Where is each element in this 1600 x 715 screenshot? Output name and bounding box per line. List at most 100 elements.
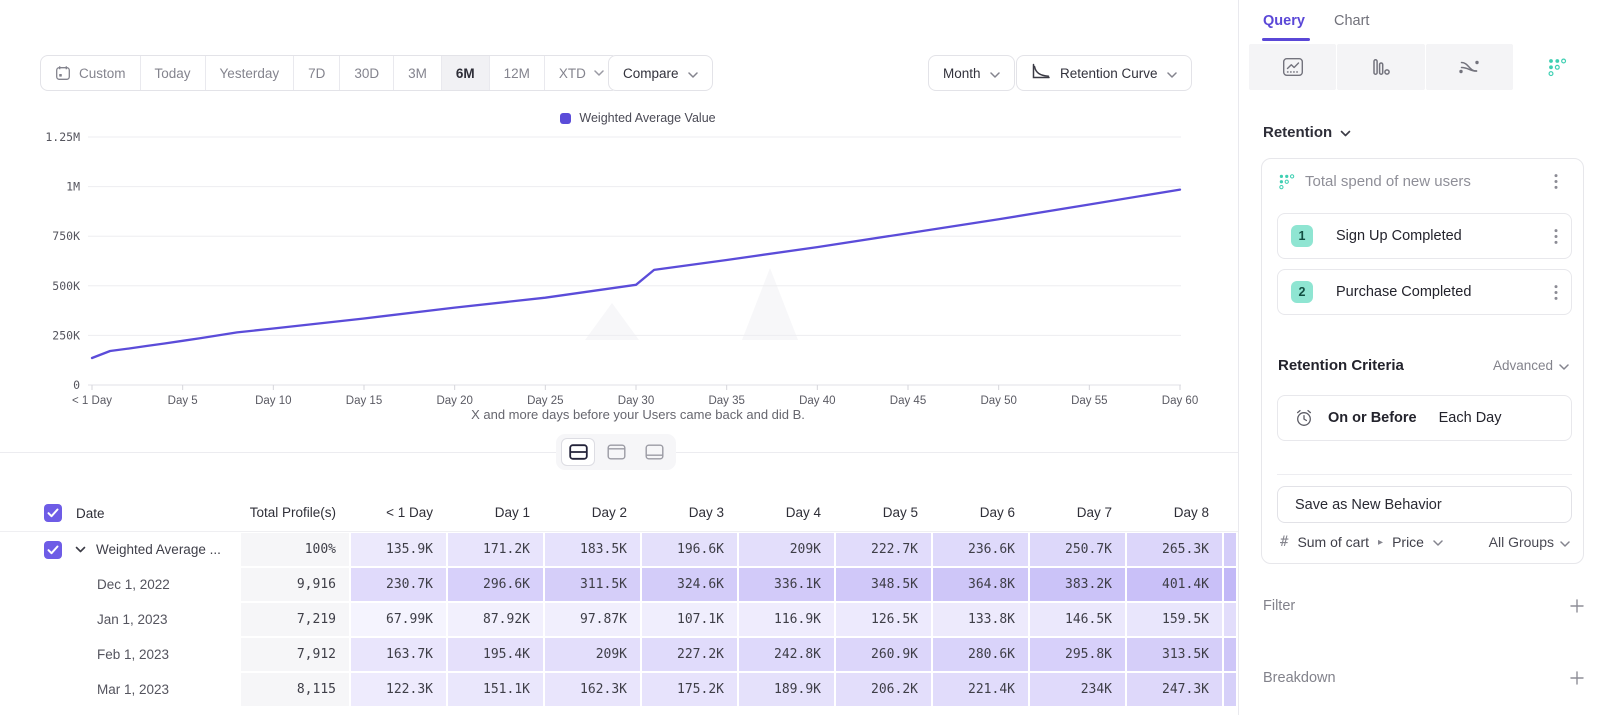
retention-grid-icon xyxy=(1278,173,1295,190)
add-breakdown-button[interactable] xyxy=(1569,670,1585,686)
clipped-value-cell xyxy=(1224,568,1236,601)
range-label: XTD xyxy=(559,66,586,81)
chevron-down-icon xyxy=(1559,358,1569,373)
retention-line-chart[interactable]: 1.25M1M750K500K250K0< 1 DayDay 5Day 10Da… xyxy=(0,118,1238,418)
svg-text:Day 40: Day 40 xyxy=(799,395,835,407)
behavior-title: Total spend of new users xyxy=(1305,173,1471,190)
value-cell: 122.3K xyxy=(351,673,446,706)
measure-row: # Sum of cart ▸ Price All Groups xyxy=(1280,533,1570,551)
range-custom[interactable]: Custom xyxy=(41,56,141,90)
retention-chart-button[interactable] xyxy=(1514,44,1600,90)
behavior-header: Total spend of new users xyxy=(1278,173,1571,190)
save-as-new-behavior-button[interactable]: Save as New Behavior xyxy=(1277,486,1572,523)
criteria-condition-card[interactable]: On or Before Each Day xyxy=(1277,395,1572,441)
svg-text:500K: 500K xyxy=(52,279,80,293)
top-panel-view-button[interactable] xyxy=(599,438,633,466)
active-tab-underline xyxy=(1262,38,1310,41)
table-row[interactable]: Mar 1, 20238,115122.3K151.1K162.3K175.2K… xyxy=(0,672,1238,707)
table-row[interactable]: Weighted Average ...100%135.9K171.2K183.… xyxy=(0,532,1238,567)
value-cell: 97.87K xyxy=(545,603,640,636)
value-cell: 227.2K xyxy=(642,638,737,671)
value-cell: 87.92K xyxy=(448,603,543,636)
range-12m[interactable]: 12M xyxy=(490,56,545,90)
query-sidebar: Query Chart Retention Total spend of new… xyxy=(1238,0,1600,715)
add-filter-button[interactable] xyxy=(1569,598,1585,614)
chart-type-label: Retention Curve xyxy=(1060,66,1158,81)
criteria-mode-label: Advanced xyxy=(1493,358,1553,373)
kebab-menu-icon[interactable] xyxy=(1554,228,1558,245)
criteria-mode-dropdown[interactable]: Advanced xyxy=(1493,358,1569,373)
kebab-menu-icon[interactable] xyxy=(1554,284,1558,301)
range-6m[interactable]: 6M xyxy=(442,56,490,90)
step-sign-up-completed[interactable]: 1 Sign Up Completed xyxy=(1277,213,1572,259)
value-cell: 234K xyxy=(1030,673,1125,706)
tab-query[interactable]: Query xyxy=(1263,13,1305,29)
bottom-panel-view-button[interactable] xyxy=(637,438,671,466)
value-cell: 107.1K xyxy=(642,603,737,636)
row-date-cell: Mar 1, 2023 xyxy=(0,672,240,707)
chevron-down-icon xyxy=(990,66,1000,81)
compare-label: Compare xyxy=(623,66,679,81)
range-xtd[interactable]: XTD xyxy=(545,56,618,90)
flows-chart-button[interactable] xyxy=(1426,44,1513,90)
value-cell: 348.5K xyxy=(836,568,931,601)
row-label: Mar 1, 2023 xyxy=(0,682,169,697)
granularity-button[interactable]: Month xyxy=(928,55,1015,91)
clipped-value-cell xyxy=(1224,603,1236,636)
range-3m[interactable]: 3M xyxy=(394,56,442,90)
criteria-title: Retention Criteria xyxy=(1278,357,1404,374)
bottom-panel-view-icon xyxy=(645,444,664,460)
svg-text:Day 20: Day 20 xyxy=(436,395,472,407)
range-30d[interactable]: 30D xyxy=(340,56,394,90)
range-label: Today xyxy=(155,66,191,81)
all-groups-dropdown[interactable]: All Groups xyxy=(1489,534,1570,550)
header-day-4: Day 4 xyxy=(738,495,835,531)
value-cell: 146.5K xyxy=(1030,603,1125,636)
chevron-down-icon xyxy=(1167,66,1177,81)
svg-text:Day 5: Day 5 xyxy=(168,395,198,407)
kebab-menu-icon[interactable] xyxy=(1554,173,1558,190)
breakdown-label: Breakdown xyxy=(1263,670,1336,686)
svg-text:0: 0 xyxy=(73,378,80,392)
table-row[interactable]: Dec 1, 20229,916230.7K296.6K311.5K324.6K… xyxy=(0,567,1238,602)
chart-type-button[interactable]: Retention Curve xyxy=(1016,55,1192,91)
retention-criteria-row: Retention Criteria Advanced xyxy=(1278,357,1569,374)
profiles-cell: 9,916 xyxy=(241,568,349,601)
row-date-cell: Jan 1, 2023 xyxy=(0,602,240,637)
compare-button[interactable]: Compare xyxy=(608,55,713,91)
measure-event-label: Sum of cart xyxy=(1297,534,1369,550)
value-cell: 175.2K xyxy=(642,673,737,706)
step-purchase-completed[interactable]: 2 Purchase Completed xyxy=(1277,269,1572,315)
value-cell: 126.5K xyxy=(836,603,931,636)
chevron-down-icon xyxy=(594,70,604,76)
profiles-cell: 7,219 xyxy=(241,603,349,636)
svg-text:1.25M: 1.25M xyxy=(45,130,80,144)
tab-chart[interactable]: Chart xyxy=(1334,13,1369,29)
row-checkbox[interactable] xyxy=(44,504,62,522)
svg-text:Day 55: Day 55 xyxy=(1071,395,1107,407)
table-row[interactable]: Jan 1, 20237,21967.99K87.92K97.87K107.1K… xyxy=(0,602,1238,637)
value-cell: 196.6K xyxy=(642,533,737,566)
measure-property-label[interactable]: Price xyxy=(1392,534,1424,550)
svg-text:Day 15: Day 15 xyxy=(346,395,382,407)
bar-chart-button[interactable] xyxy=(1337,44,1424,90)
value-cell: 222.7K xyxy=(836,533,931,566)
range-7d[interactable]: 7D xyxy=(294,56,340,90)
breadcrumb-arrow-icon: ▸ xyxy=(1378,537,1383,548)
range-yesterday[interactable]: Yesterday xyxy=(206,56,295,90)
behavior-card: Total spend of new users 1 Sign Up Compl… xyxy=(1261,158,1584,564)
table-row[interactable]: Feb 1, 20237,912163.7K195.4K209K227.2K24… xyxy=(0,637,1238,672)
expand-chevron-icon[interactable] xyxy=(75,546,86,553)
header-total-profile-s-: Total Profile(s) xyxy=(240,495,350,531)
retention-section-dropdown[interactable]: Retention xyxy=(1263,124,1351,141)
row-checkbox[interactable] xyxy=(44,541,62,559)
value-cell: 221.4K xyxy=(933,673,1028,706)
value-cell: 159.5K xyxy=(1127,603,1222,636)
insights-chart-button[interactable] xyxy=(1249,44,1336,90)
filter-section: Filter xyxy=(1263,598,1585,614)
number-property-icon: # xyxy=(1280,534,1288,550)
split-view-button[interactable] xyxy=(561,438,595,466)
range-today[interactable]: Today xyxy=(141,56,206,90)
value-cell: 116.9K xyxy=(739,603,834,636)
value-cell: 183.5K xyxy=(545,533,640,566)
